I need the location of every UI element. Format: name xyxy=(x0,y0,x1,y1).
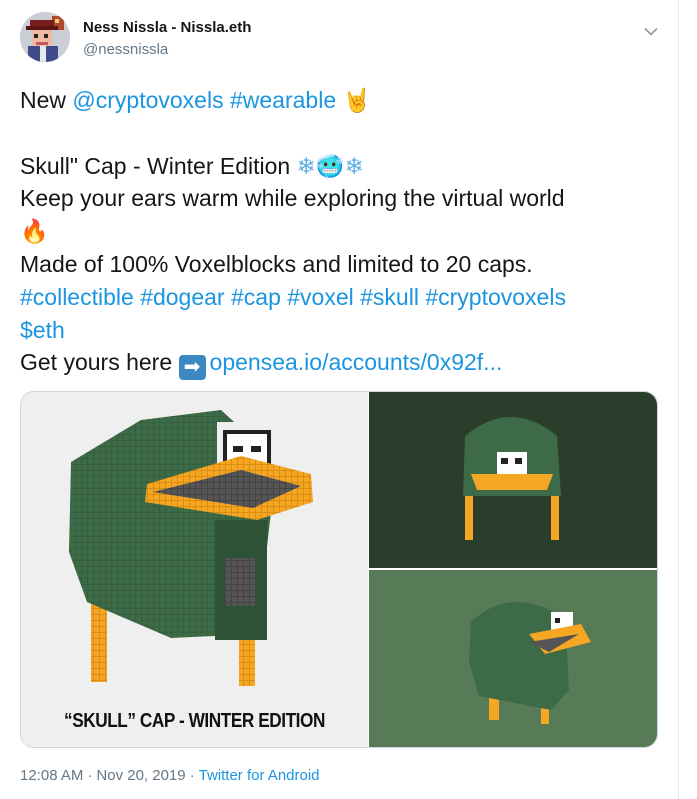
cap-title-text: Skull" Cap - Winter Edition xyxy=(20,152,297,179)
avatar[interactable] xyxy=(20,12,70,62)
voxel-cap-side-illustration xyxy=(469,601,591,724)
hashtag-link[interactable]: #cryptovoxels xyxy=(425,284,566,310)
tweet-time[interactable]: 12:08 AM xyxy=(20,767,83,784)
media-image-front[interactable] xyxy=(368,392,657,568)
chevron-down-icon[interactable] xyxy=(640,20,662,42)
media-image-side[interactable] xyxy=(368,569,657,747)
author-display-name[interactable]: Ness Nissla - Nissla.eth xyxy=(83,19,251,36)
tweet-header: Ness Nissla - Nissla.eth @nessnissla xyxy=(20,12,670,66)
cold-face-icon: 🥶 xyxy=(315,153,345,180)
tweet-text: New @cryptovoxels #wearable 🤘 Skull" Cap… xyxy=(20,84,670,381)
tweet-line-7: $eth xyxy=(20,314,670,347)
hashtag-link[interactable]: #voxel xyxy=(287,284,353,310)
media-grid: “SKULL” CAP - WINTER EDITION xyxy=(20,391,658,748)
hashtag-link[interactable]: #collectible xyxy=(20,284,134,310)
opensea-link[interactable]: opensea.io/accounts/0x92f... xyxy=(210,349,503,375)
separator-dot: · xyxy=(189,767,195,784)
pixel-avatar-icon xyxy=(20,12,70,62)
tweet-line-4: 🔥 xyxy=(20,215,670,248)
snowflake-icon: ❄ xyxy=(296,153,316,180)
hashtag-link[interactable]: #dogear xyxy=(140,284,224,310)
tweet-line-3: Keep your ears warm while exploring the … xyxy=(20,185,565,212)
fire-icon: 🔥 xyxy=(20,219,49,246)
voxel-cap-illustration xyxy=(69,410,313,686)
media-caption: “SKULL” CAP - WINTER EDITION xyxy=(64,710,325,732)
author-handle[interactable]: @nessnissla xyxy=(83,41,168,58)
separator-dot: · xyxy=(87,767,93,784)
tweet-card: Ness Nissla - Nissla.eth @nessnissla New… xyxy=(0,0,697,799)
source-app-link[interactable]: Twitter for Android xyxy=(199,767,320,784)
cashtag-eth-link[interactable]: $eth xyxy=(20,317,65,343)
get-yours-text: Get yours here xyxy=(20,349,179,376)
rock-hand-icon: 🤘 xyxy=(342,88,372,114)
tweet-line-2: Skull" Cap - Winter Edition ❄🥶❄ xyxy=(20,150,670,183)
voxel-cap-front-illustration xyxy=(463,417,561,540)
mention-cryptovoxels-link[interactable]: @cryptovoxels xyxy=(72,87,223,113)
tweet-footer: 12:08 AM · Nov 20, 2019 · Twitter for Androi… xyxy=(20,767,320,784)
hashtag-wearable-link[interactable]: #wearable xyxy=(230,87,336,113)
right-arrow-icon: ➡ xyxy=(178,355,206,381)
tweet-line-5: Made of 100% Voxelblocks and limited to … xyxy=(20,250,533,277)
snowflake-icon: ❄ xyxy=(344,153,364,180)
tweet-line-1: New @cryptovoxels #wearable 🤘 xyxy=(20,84,670,117)
tweet-line-8: Get yours here ➡ opensea.io/accounts/0x92… xyxy=(20,346,670,381)
text-new: New xyxy=(20,87,73,113)
tweet-line-6: #collectible #dogear #cap #voxel #skull … xyxy=(20,281,670,314)
tweet-date[interactable]: Nov 20, 2019 xyxy=(96,767,185,784)
hashtag-link[interactable]: #skull xyxy=(360,284,419,310)
hashtag-link[interactable]: #cap xyxy=(231,284,281,310)
media-image-main[interactable]: “SKULL” CAP - WINTER EDITION xyxy=(21,392,368,747)
